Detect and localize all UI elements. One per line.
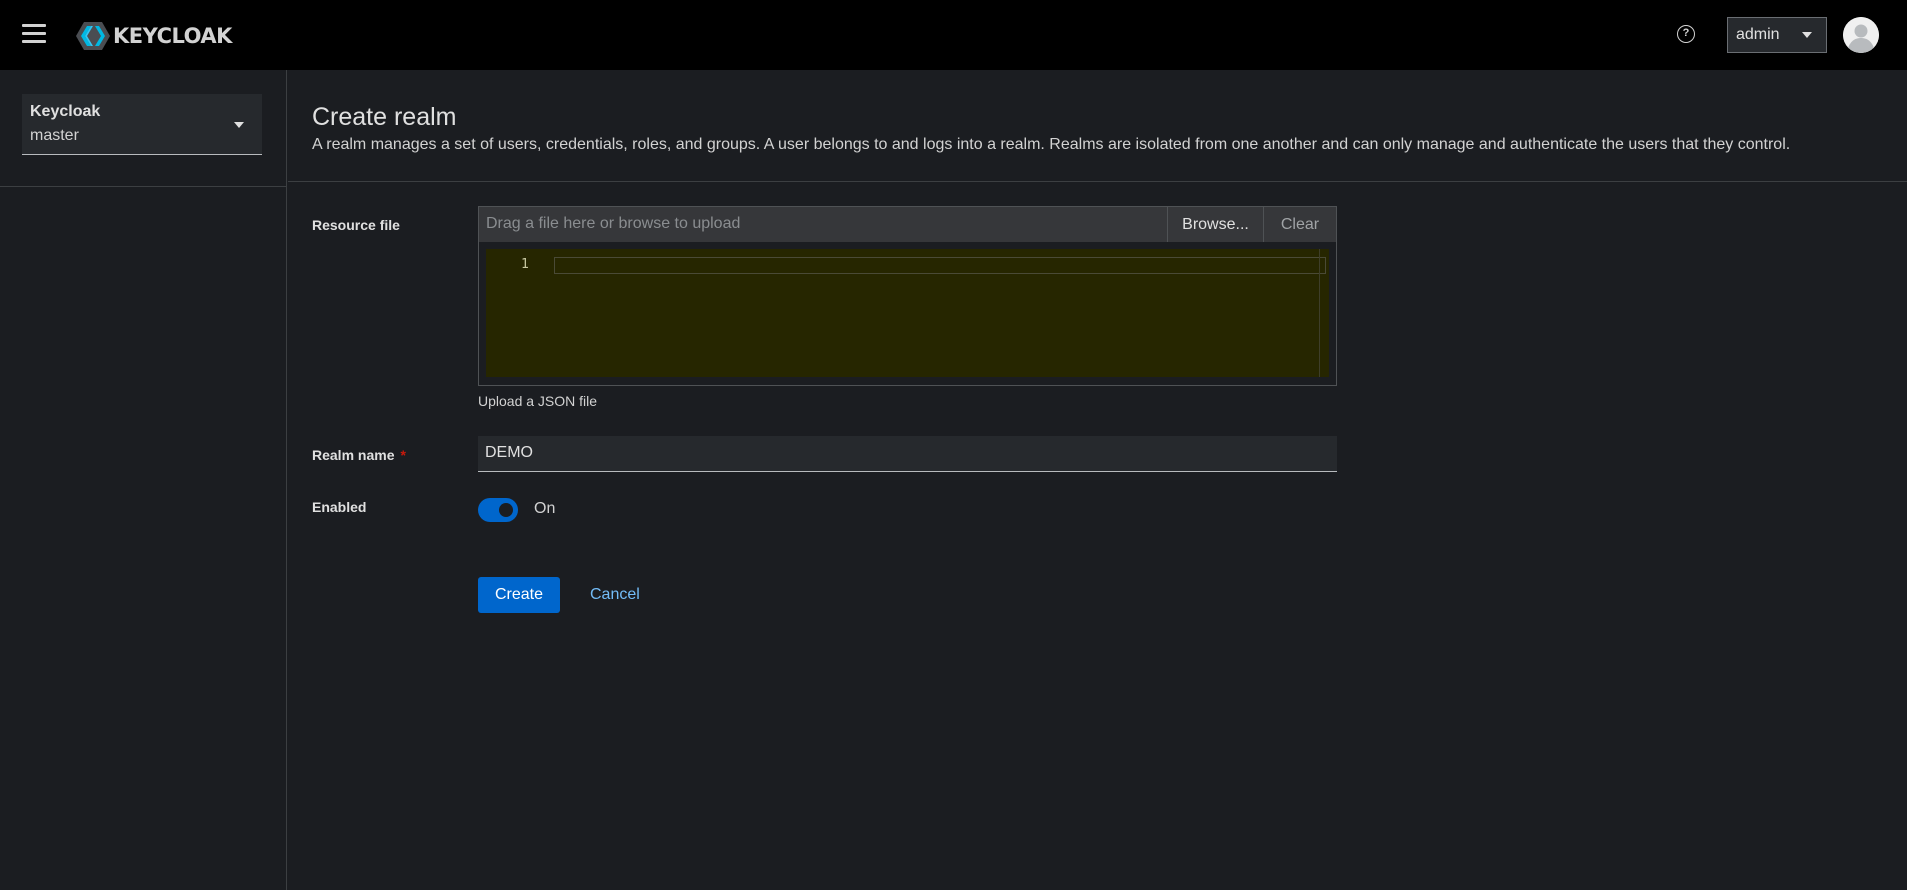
divider <box>288 181 1907 182</box>
resource-file-helper-text: Upload a JSON file <box>478 393 598 409</box>
resource-file-label: Resource file <box>312 217 400 233</box>
brand-text: KEYCLOAK <box>113 24 232 48</box>
realm-selector[interactable]: Keycloak master <box>22 94 262 155</box>
resource-file-upload[interactable]: Drag a file here or browse to upload Bro… <box>478 206 1337 386</box>
line-number: 1 <box>521 257 529 272</box>
page-description: A realm manages a set of users, credenti… <box>312 136 1791 153</box>
cancel-button[interactable]: Cancel <box>590 577 640 613</box>
enabled-toggle[interactable] <box>478 498 518 522</box>
user-menu-dropdown[interactable]: admin <box>1727 17 1827 53</box>
realm-selector-title: Keycloak <box>30 103 101 120</box>
caret-down-icon <box>1802 32 1812 38</box>
main-content: Create realm A realm manages a set of us… <box>288 70 1907 890</box>
brand-logo[interactable]: KEYCLOAK <box>75 20 232 52</box>
json-code-editor[interactable]: 1 <box>486 249 1329 377</box>
enabled-label: Enabled <box>312 499 367 515</box>
current-line-highlight <box>554 257 1326 274</box>
hamburger-menu-icon[interactable] <box>22 24 46 44</box>
divider <box>0 186 287 187</box>
user-menu-label: admin <box>1736 26 1780 43</box>
enabled-state-label: On <box>534 500 556 517</box>
required-indicator: * <box>400 447 406 463</box>
realm-name-input[interactable]: DEMO <box>478 436 1337 472</box>
realm-name-label-text: Realm name <box>312 447 395 463</box>
editor-scrollbar[interactable] <box>1319 249 1320 377</box>
toggle-knob <box>499 503 513 517</box>
realm-selector-current: master <box>30 127 79 144</box>
clear-button[interactable]: Clear <box>1264 207 1336 242</box>
create-button[interactable]: Create <box>478 577 560 613</box>
browse-button[interactable]: Browse... <box>1168 207 1264 242</box>
sidebar: Keycloak master <box>0 70 287 890</box>
masthead: KEYCLOAK ? admin <box>0 0 1907 70</box>
realm-name-label: Realm name * <box>312 447 406 463</box>
user-avatar-icon[interactable] <box>1843 17 1879 53</box>
help-icon[interactable]: ? <box>1677 25 1695 43</box>
caret-down-icon <box>234 122 244 128</box>
keycloak-logo-icon <box>76 22 110 50</box>
resource-file-input[interactable]: Drag a file here or browse to upload <box>479 207 1168 242</box>
page-title: Create realm <box>312 103 457 131</box>
